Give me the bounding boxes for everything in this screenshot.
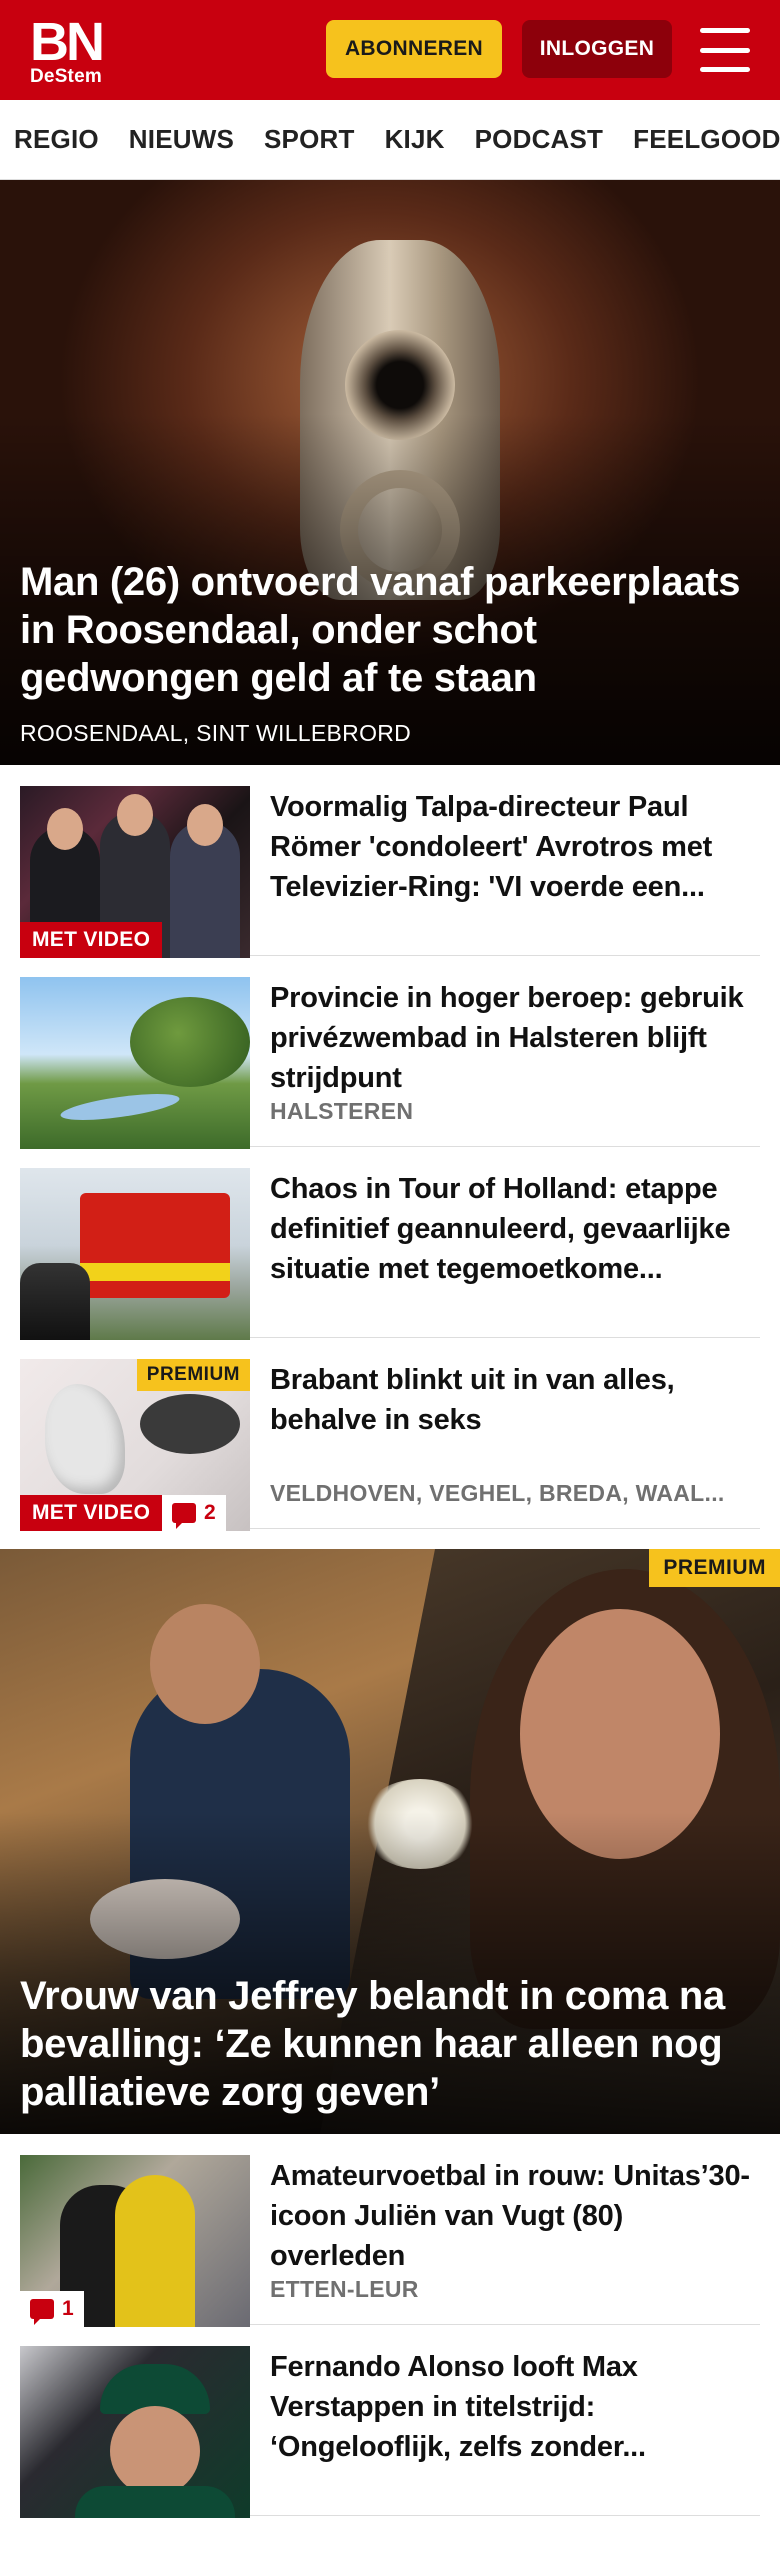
site-header: BN DeStem ABONNEREN INLOGGEN xyxy=(0,0,780,100)
comment-count[interactable]: 1 xyxy=(20,2291,84,2327)
article-title[interactable]: Voormalig Talpa-directeur Paul Römer 'co… xyxy=(270,787,750,907)
login-button[interactable]: INLOGGEN xyxy=(522,20,672,78)
hero-article[interactable]: Man (26) ontvoerd vanaf parkeer­plaats i… xyxy=(0,180,780,765)
article-location: HALSTEREN xyxy=(270,1098,414,1124)
comment-count-value: 2 xyxy=(204,1501,216,1524)
article-thumbnail[interactable]: PREMIUM MET VIDEO 2 xyxy=(20,1359,250,1531)
article-title[interactable]: Fernando Alonso looft Max Verstappen in … xyxy=(270,2347,750,2467)
article-title[interactable]: Amateurvoetbal in rouw: Uni­tas’30-icoon… xyxy=(270,2156,750,2276)
subscribe-button[interactable]: ABONNEREN xyxy=(326,20,502,78)
nav-item-regio[interactable]: REGIO xyxy=(14,124,99,155)
featured-title[interactable]: Vrouw van Jeffrey belandt in coma na bev… xyxy=(20,1972,760,2116)
article-thumbnail[interactable]: MET VIDEO xyxy=(20,786,250,958)
logo-sub: DeStem xyxy=(30,65,102,87)
article-item[interactable]: MET VIDEO Voormalig Talpa-directeur Paul… xyxy=(20,765,760,958)
article-item[interactable]: Fernando Alonso looft Max Verstappen in … xyxy=(20,2325,760,2518)
article-title[interactable]: Chaos in Tour of Holland: etappe definit… xyxy=(270,1169,750,1289)
nav-item-kijk[interactable]: KIJK xyxy=(385,124,445,155)
article-title[interactable]: Provincie in hoger beroep: gebruik privé… xyxy=(270,978,750,1098)
article-thumbnail[interactable] xyxy=(20,1168,250,1340)
premium-badge: PREMIUM xyxy=(649,1549,780,1587)
video-badge: MET VIDEO xyxy=(20,922,163,958)
article-location: ETTEN-LEUR xyxy=(270,2276,419,2302)
comment-icon xyxy=(172,1503,196,1529)
nav-item-sport[interactable]: SPORT xyxy=(264,124,355,155)
article-thumbnail[interactable] xyxy=(20,2346,250,2518)
article-item[interactable]: Provincie in hoger beroep: gebruik privé… xyxy=(20,956,760,1149)
article-title[interactable]: Brabant blinkt uit in van alles, behalve… xyxy=(270,1360,750,1440)
article-thumbnail[interactable] xyxy=(20,977,250,1149)
hero-title[interactable]: Man (26) ontvoerd vanaf parkeer­plaats i… xyxy=(20,558,760,702)
comment-count[interactable]: 2 xyxy=(162,1495,226,1531)
logo-main: BN xyxy=(30,11,105,72)
comment-icon xyxy=(30,2299,54,2325)
hero-location: ROOSENDAAL, SINT WILLEBRORD xyxy=(20,720,412,746)
nav-item-nieuws[interactable]: NIEUWS xyxy=(129,124,234,155)
article-item[interactable]: 1 Amateurvoetbal in rouw: Uni­tas’30-ico… xyxy=(20,2134,760,2327)
section-nav: REGIO NIEUWS SPORT KIJK PODCAST FEELGOOD xyxy=(0,100,780,180)
featured-article[interactable]: PREMIUM Vrouw van Jeffrey belandt in com… xyxy=(0,1549,780,2134)
nav-item-podcast[interactable]: PODCAST xyxy=(475,124,604,155)
hamburger-menu-icon[interactable] xyxy=(700,28,750,72)
video-badge: MET VIDEO xyxy=(20,1495,163,1531)
article-thumbnail[interactable]: 1 xyxy=(20,2155,250,2327)
article-location: VELDHOVEN, VEGHEL, BREDA, WAAL... xyxy=(270,1480,725,1506)
article-item[interactable]: Chaos in Tour of Holland: etappe definit… xyxy=(20,1147,760,1340)
site-logo[interactable]: BN DeStem xyxy=(30,11,105,87)
comment-count-value: 1 xyxy=(62,2297,74,2320)
premium-badge: PREMIUM xyxy=(136,1359,250,1391)
nav-item-feelgood[interactable]: FEELGOOD xyxy=(633,124,780,155)
article-item[interactable]: PREMIUM MET VIDEO 2 Brabant blinkt uit i… xyxy=(20,1338,760,1531)
